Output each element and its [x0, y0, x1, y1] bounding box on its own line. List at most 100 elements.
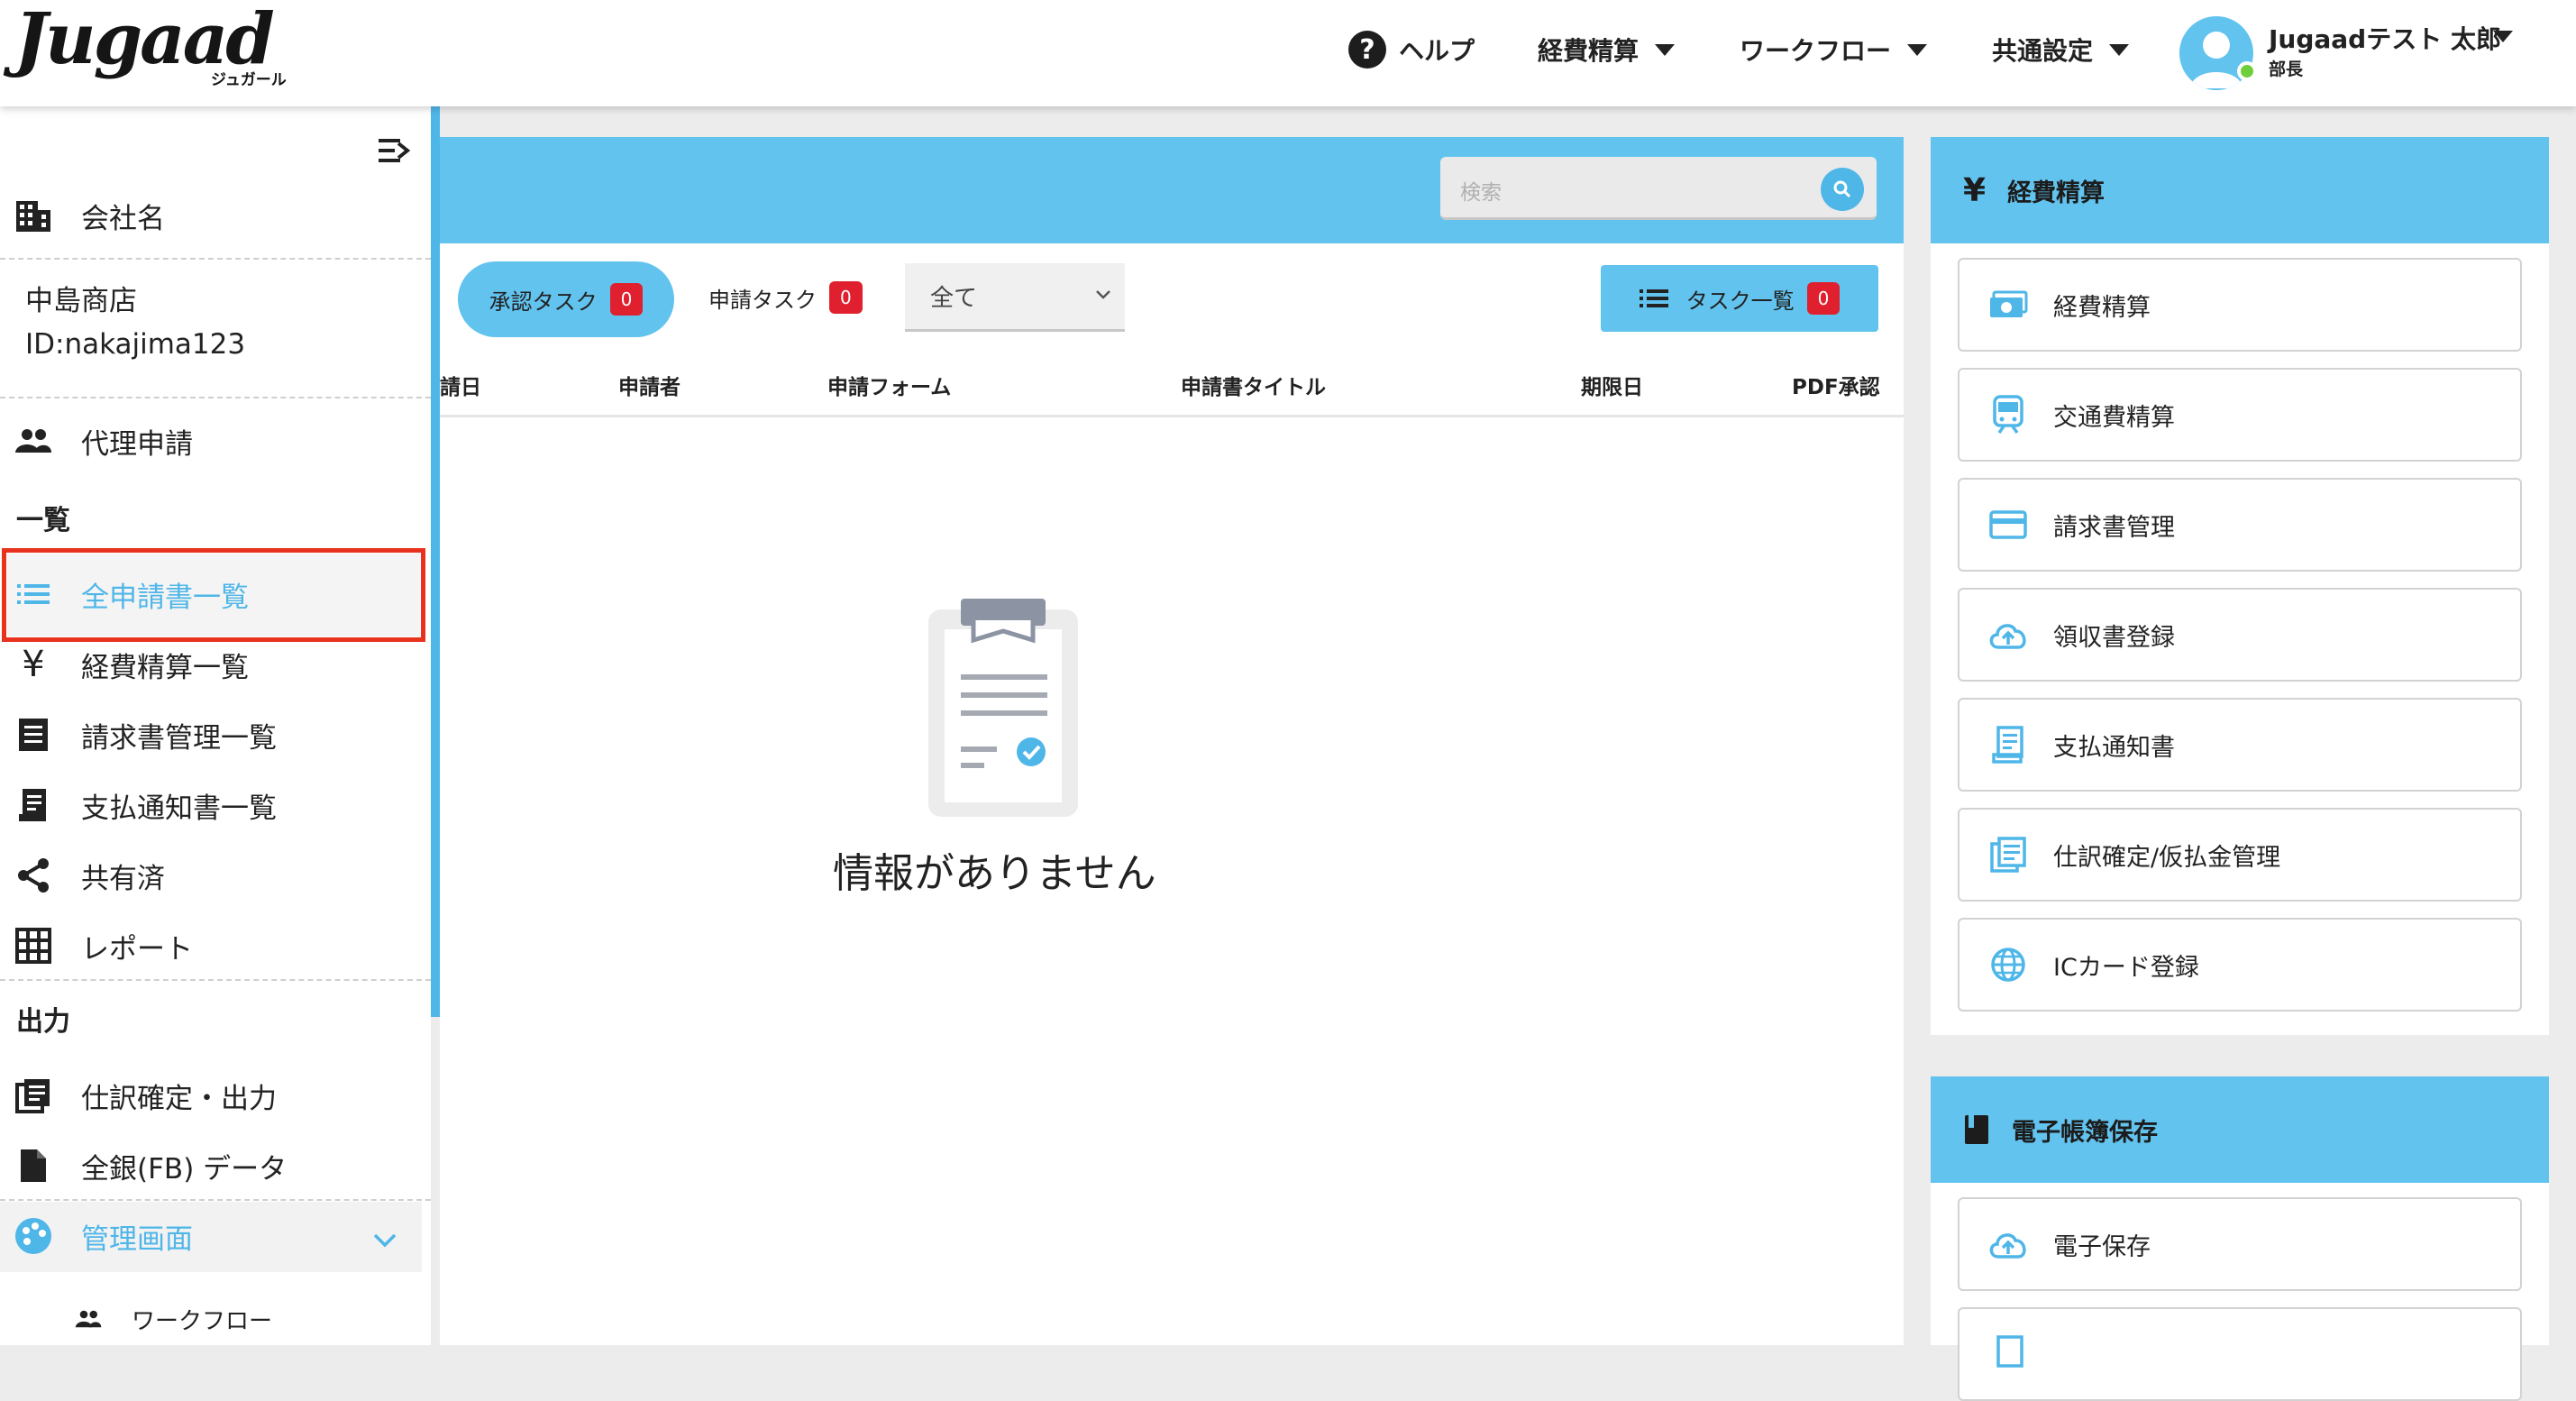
count-badge: 0 [829, 281, 863, 314]
user-name[interactable]: Jugaadテスト 太郎 [2269, 20, 2501, 56]
menu-label: 請求書管理 [2053, 513, 2175, 542]
help-icon: ? [1348, 31, 1386, 69]
menu-payment-notice[interactable]: 支払通知書 [1958, 698, 2522, 792]
collapse-sidebar-icon[interactable] [377, 133, 411, 168]
nav-expense-label: 経費精算 [1538, 36, 1640, 66]
sidebar-scrollbar[interactable] [431, 106, 440, 1017]
user-menu-caret-icon[interactable] [2493, 31, 2513, 42]
sidebar-item-label: 全銀(FB) データ [81, 1152, 288, 1186]
user-role: 部長 [2269, 60, 2304, 79]
sidebar-item-all-applications[interactable]: 全申請書一覧 [13, 573, 249, 615]
sidebar-item-label: 全申請書一覧 [81, 581, 249, 614]
sidebar-item-label: ワークフロー [132, 1307, 273, 1335]
sidebar-subitem-workflow[interactable]: ワークフロー [72, 1298, 272, 1340]
nav-help[interactable]: ? ヘルプ [1348, 27, 1475, 72]
globe-icon [1987, 943, 2030, 986]
sidebar-item-report[interactable]: レポート [13, 925, 193, 966]
ebook-card: 電子帳簿保存 電子保存 [1931, 1076, 2549, 1401]
palette-icon [13, 1215, 54, 1257]
sidebar-item-invoice-list[interactable]: 請求書管理一覧 [13, 714, 277, 755]
filter-select[interactable]: 全て [905, 263, 1125, 332]
task-list-button[interactable]: タスク一覧 0 [1601, 265, 1878, 332]
nav-settings-menu[interactable]: 共通設定 [1992, 27, 2130, 72]
people-icon [72, 1298, 105, 1340]
nav-workflow-menu[interactable]: ワークフロー [1740, 27, 1928, 72]
menu-invoice[interactable]: 請求書管理 [1958, 478, 2522, 572]
column-header[interactable]: PDF承認 [1792, 370, 1880, 400]
menu-label: ICカード登録 [2053, 953, 2199, 982]
column-header[interactable]: 申請者 [618, 370, 681, 400]
tab-approval-tasks[interactable]: 承認タスク 0 [458, 261, 674, 337]
sidebar-item-shared[interactable]: 共有済 [13, 855, 165, 896]
header-divider [440, 415, 1904, 417]
output-section-heading: 出力 [16, 1006, 70, 1038]
invoice-icon [13, 714, 54, 755]
search-placeholder: 検索 [1460, 181, 1502, 205]
expense-card-title: 経費精算 [2007, 179, 2106, 207]
tab-label: 申請タスク [708, 287, 817, 313]
receipt-icon [1987, 1332, 2030, 1376]
menu-label: 経費精算 [2053, 293, 2151, 322]
sidebar-item-payment-notice-list[interactable]: 支払通知書一覧 [13, 784, 277, 826]
column-header[interactable]: 請日 [440, 370, 481, 400]
expense-card: ¥ 経費精算 経費精算 交通費精算 請求書管理 領収書登録 支払通知書 仕訳確定… [1931, 137, 2549, 1035]
search-button[interactable] [1821, 168, 1864, 211]
nav-expense-menu[interactable]: 経費精算 [1538, 27, 1676, 72]
menu-expense[interactable]: 経費精算 [1958, 258, 2522, 352]
yen-icon: ¥ [22, 644, 45, 685]
divider [0, 258, 431, 260]
search-icon [1833, 180, 1851, 198]
search-input[interactable]: 検索 [1440, 157, 1877, 220]
menu-label: 仕訳確定/仮払金管理 [2053, 843, 2281, 872]
ebook-card-title: 電子帳簿保存 [2012, 1118, 2158, 1147]
people-icon [13, 420, 54, 462]
task-panel: 検索 承認タスク 0 申請タスク 0 全て タスク一覧 0 請日 申請者 申請フ… [440, 137, 1904, 1345]
sidebar-item-label: 請求書管理一覧 [81, 721, 277, 755]
count-badge: 0 [1806, 282, 1841, 315]
expense-card-header: ¥ 経費精算 [1931, 137, 2549, 243]
menu-receipt-upload[interactable]: 領収書登録 [1958, 588, 2522, 682]
sidebar-item-proxy[interactable]: 代理申請 [13, 420, 193, 462]
menu-label: 電子保存 [2053, 1232, 2151, 1261]
list-section-heading: 一覧 [16, 505, 70, 536]
sidebar-item-label: 共有済 [81, 862, 165, 895]
divider [0, 1199, 431, 1201]
menu-ic-card[interactable]: ICカード登録 [1958, 918, 2522, 1012]
menu-label: 領収書登録 [2053, 623, 2175, 652]
sidebar-item-fb-data[interactable]: 全銀(FB) データ [13, 1145, 287, 1186]
divider [0, 397, 431, 398]
menu-label: 支払通知書 [2053, 733, 2175, 762]
tab-label: 承認タスク [489, 288, 598, 315]
sidebar-item-label: 仕訳確定・出力 [81, 1082, 277, 1115]
nav-workflow-label: ワークフロー [1740, 36, 1892, 66]
column-header[interactable]: 期限日 [1581, 370, 1643, 400]
menu-transport[interactable]: 交通費精算 [1958, 368, 2522, 462]
journal-icon [1987, 833, 2030, 876]
tab-request-tasks[interactable]: 申請タスク 0 [708, 281, 863, 314]
top-header: Jugaad ジュガール ? ヘルプ 経費精算 ワークフロー 共通設定 Juga… [0, 0, 2576, 106]
menu-journal[interactable]: 仕訳確定/仮払金管理 [1958, 808, 2522, 902]
cloud-upload-icon [1987, 1222, 2030, 1266]
chevron-down-icon [1094, 288, 1112, 301]
count-badge: 0 [609, 283, 644, 316]
sidebar-item-journal-output[interactable]: 仕訳確定・出力 [13, 1075, 277, 1116]
menu-label: 交通費精算 [2053, 403, 2175, 432]
chevron-down-icon[interactable] [371, 1232, 398, 1250]
sidebar-item-admin[interactable]: 管理画面 [13, 1215, 193, 1257]
caret-down-icon [1907, 43, 1928, 56]
share-icon [13, 855, 54, 896]
list-icon [1639, 289, 1668, 307]
app-logo[interactable]: Jugaad ジュガール [14, 0, 294, 90]
sidebar-item-expense-list[interactable]: ¥ 経費精算一覧 [13, 644, 249, 685]
sidebar-item-label: 代理申請 [81, 427, 193, 461]
column-header[interactable]: 申請フォーム [827, 370, 951, 400]
money-icon [1987, 283, 2030, 326]
sidebar-item-label: レポート [81, 932, 193, 966]
menu-e-storage[interactable]: 電子保存 [1958, 1197, 2522, 1291]
building-icon [13, 195, 54, 236]
column-header[interactable]: 申請書タイトル [1181, 370, 1326, 400]
book-icon [1963, 1113, 1990, 1146]
table-grid-icon [13, 925, 54, 966]
company-header: 会社名 [13, 195, 165, 236]
menu-next-item[interactable] [1958, 1307, 2522, 1401]
